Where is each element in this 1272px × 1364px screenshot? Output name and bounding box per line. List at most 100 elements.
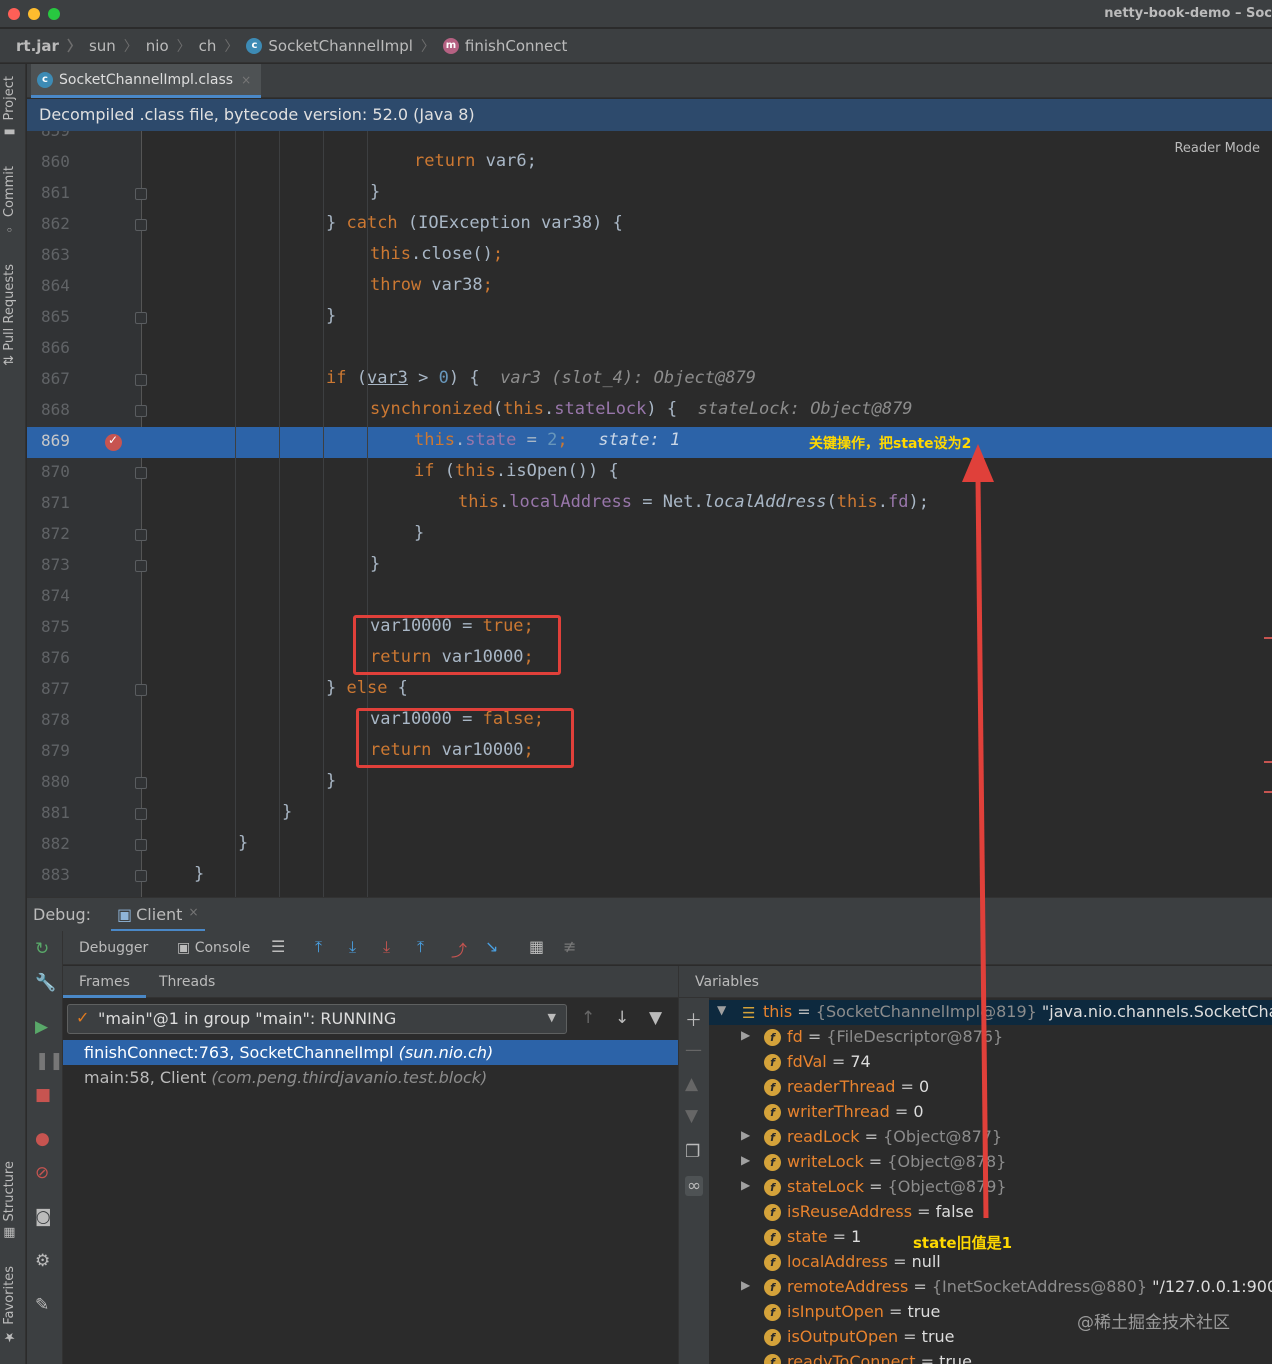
variable-writerThread[interactable]: f writerThread = 0 [709,1100,1272,1125]
code-line: 867 if (var3 > 0) { var3 (slot_4): Objec… [41,368,756,388]
breadcrumb-ch[interactable]: ch 〉 [199,36,247,56]
variable-fdVal[interactable]: f fdVal = 74 [709,1050,1272,1075]
breadcrumb-method[interactable]: m finishConnect [442,37,567,55]
filter-icon[interactable]: ▼ [649,1008,662,1028]
thread-selector[interactable]: ✓ "main"@1 in group "main": RUNNING ▼ [67,1004,567,1034]
mute-breakpoints-icon[interactable]: ⊘ [35,1163,49,1183]
field-icon: f [764,1354,781,1364]
breakpoint-icon[interactable] [105,433,122,451]
view-breakpoints-icon[interactable]: ● [35,1129,50,1149]
code-line: 871 this.localAddress = Net.localAddress… [41,492,929,512]
fold-icon[interactable] [135,684,147,696]
tab-threads[interactable]: Threads [159,974,215,990]
highlight-box-false [356,708,574,768]
variable-this[interactable]: ▼ ☰ this = {SocketChannelImpl@819} "java… [709,1000,1272,1025]
chevron-right-icon[interactable]: ▶ [741,1278,750,1292]
frame-item[interactable]: finishConnect:763, SocketChannelImpl (su… [63,1040,678,1065]
project-tool-button[interactable]: ▬ Project [2,76,17,140]
fold-icon[interactable] [135,808,147,820]
fold-icon[interactable] [135,467,147,479]
fold-icon[interactable] [135,312,147,324]
variable-readLock[interactable]: ▶ f readLock = {Object@877} [709,1125,1272,1150]
arrow-up-icon[interactable]: ↑ [581,1008,595,1028]
commit-tool-button[interactable]: ◦ Commit [2,166,17,236]
drop-frame-icon[interactable]: ⤴ [451,937,467,961]
variable-isReuseAddress[interactable]: f isReuseAddress = false [709,1200,1272,1225]
menu-icon[interactable]: ☰ [271,937,285,956]
tab-frames[interactable]: Frames [63,966,146,998]
resume-icon[interactable]: ▶ [35,1017,48,1037]
gear-icon[interactable]: ⚙ [35,1251,50,1271]
pull-requests-tool-button[interactable]: ⇅ Pull Requests [2,264,17,366]
console-window-icon: ▣ [117,905,133,924]
fold-icon[interactable] [135,870,147,882]
add-watch-icon[interactable]: ＋ [685,1006,702,1031]
code-line: 877 } else { [41,678,408,698]
step-into-icon[interactable]: ⤓ [383,937,390,957]
pause-icon[interactable]: ❚❚ [35,1051,64,1071]
breadcrumb-rt-jar[interactable]: rt.jar 〉 [16,36,89,56]
fold-icon[interactable] [135,405,147,417]
fold-icon[interactable] [135,560,147,572]
minimize-window-button[interactable] [28,8,40,20]
variable-remoteAddress[interactable]: ▶ f remoteAddress = {InetSocketAddress@880… [709,1275,1272,1300]
breadcrumb-sun[interactable]: sun 〉 [89,36,146,56]
variable-readerThread[interactable]: f readerThread = 0 [709,1075,1272,1100]
glasses-icon[interactable]: ∞ [685,1176,704,1196]
debug-session-tab-client[interactable]: ▣ Client × [111,898,205,932]
step-over-icon[interactable]: ⤓ [349,937,356,957]
tab-console[interactable]: ▣ Console [177,940,250,956]
close-tab-icon[interactable]: × [188,905,198,919]
move-down-icon[interactable]: ▼ [685,1106,698,1126]
variable-readyToConnect[interactable]: f readyToConnect = true [709,1350,1272,1364]
variable-writeLock[interactable]: ▶ f writeLock = {Object@878} [709,1150,1272,1175]
evaluate-expression-icon[interactable]: ▦ [529,937,544,956]
highlight-box-true [353,615,561,675]
inline-value-hint: stateLock: Object@879 [697,399,913,419]
variable-stateLock[interactable]: ▶ f stateLock = {Object@879} [709,1175,1272,1200]
variable-localAddress[interactable]: f localAddress = null [709,1250,1272,1275]
run-to-cursor-icon[interactable]: ↘ [485,937,498,956]
favorites-tool-button[interactable]: ★ Favorites [2,1266,17,1344]
breadcrumb-nio[interactable]: nio 〉 [146,36,199,56]
maximize-window-button[interactable] [48,8,60,20]
variable-fd[interactable]: ▶ f fd = {FileDescriptor@876} [709,1025,1272,1050]
remove-watch-icon[interactable]: — [685,1040,702,1060]
watermark: @稀土掘金技术社区 [1077,1313,1230,1333]
arrow-down-icon[interactable]: ↓ [615,1008,629,1028]
breadcrumb-class[interactable]: c SocketChannelImpl 〉 [246,36,443,56]
step-out-icon[interactable]: ⤒ [417,937,424,957]
fold-icon[interactable] [135,839,147,851]
close-window-button[interactable] [8,8,20,20]
pin-icon[interactable]: ✎ [35,1295,49,1315]
fold-icon[interactable] [135,529,147,541]
move-up-icon[interactable]: ▲ [685,1074,698,1094]
camera-icon[interactable]: ◙ [35,1207,52,1227]
code-line: 875 var10000 = true; [41,616,534,636]
close-tab-icon[interactable]: × [241,73,251,87]
code-editor[interactable]: Reader Mode 859 860 return var6; 861 } 8… [27,131,1272,897]
frame-item[interactable]: main:58, Client (com.peng.thirdjavanio.t… [63,1065,678,1090]
trace-icon[interactable]: ≢ [563,937,576,956]
show-execution-point-icon[interactable]: ⤒ [315,937,322,957]
chevron-right-icon[interactable]: ▶ [741,1128,750,1142]
chevron-down-icon[interactable]: ▼ [717,1003,726,1017]
fold-icon[interactable] [135,777,147,789]
field-icon: f [764,1279,781,1296]
fold-icon[interactable] [135,219,147,231]
fold-icon[interactable] [135,188,147,200]
chevron-right-icon[interactable]: ▶ [741,1153,750,1167]
rerun-icon[interactable]: ↻ [35,939,49,959]
copy-icon[interactable]: ❐ [685,1142,700,1162]
structure-tool-button[interactable]: ▦ Structure [2,1161,17,1241]
tab-debugger[interactable]: Debugger [79,940,148,956]
stop-icon[interactable]: ■ [35,1085,51,1105]
commit-icon: ◦ [2,217,17,237]
wrench-icon[interactable]: 🔧 [35,973,56,993]
fold-icon[interactable] [135,374,147,386]
code-line: 883 } [41,864,205,884]
chevron-right-icon[interactable]: ▶ [741,1178,750,1192]
chevron-right-icon[interactable]: ▶ [741,1028,750,1042]
chevron-down-icon: ▼ [547,1011,556,1024]
editor-tab-socketchannelimpl[interactable]: c SocketChannelImpl.class × [31,64,262,98]
